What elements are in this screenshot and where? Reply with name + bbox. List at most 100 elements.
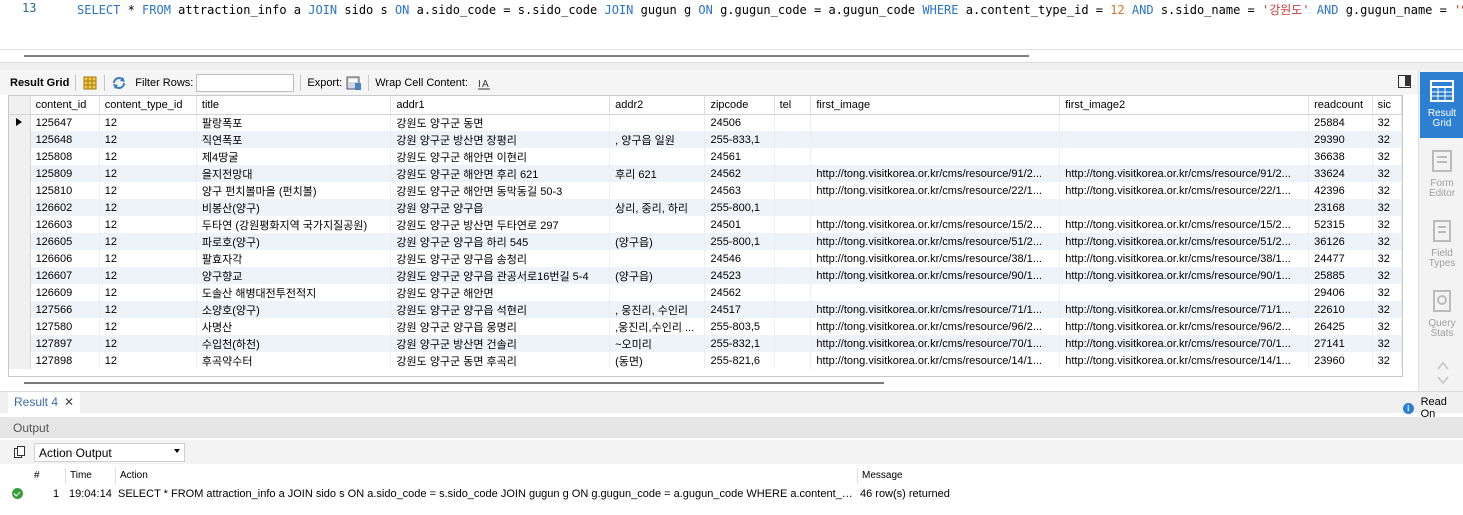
cell-content-id[interactable]: 127898 bbox=[30, 352, 100, 369]
row-header[interactable] bbox=[9, 216, 31, 233]
cell-zipcode[interactable]: 255-833,1 bbox=[704, 131, 775, 148]
table-row[interactable]: 126602 12 비봉산(양구) 강원 양구군 양구읍 상리, 중리, 하리 255-8… bbox=[9, 199, 1402, 216]
cell-title[interactable]: 사명산 bbox=[196, 318, 392, 335]
table-row[interactable]: 126603 12 두타연 (강원평화지역 국가지질공원) 강원도 양구군 방산면 두… bbox=[9, 216, 1402, 233]
cell-first-image[interactable]: http://tong.visitkorea.or.kr/cms/resourc… bbox=[810, 182, 1061, 199]
scroll-down-icon[interactable] bbox=[1437, 360, 1449, 389]
cell-first-image[interactable]: http://tong.visitkorea.or.kr/cms/resourc… bbox=[810, 250, 1061, 267]
cell-sic[interactable]: 32 bbox=[1372, 250, 1402, 267]
table-row[interactable]: 125808 12 제4땅굴 강원도 양구군 해안면 이현리 24561 36638 32 bbox=[9, 148, 1402, 165]
table-row[interactable]: 127897 12 수입천(하천) 강원 양구군 방산면 건솔리 ~오미리 255-832… bbox=[9, 335, 1402, 352]
side-query-stats-button[interactable]: Query Stats bbox=[1420, 282, 1463, 348]
cell-title[interactable]: 소양호(양구) bbox=[196, 301, 392, 318]
cell-first-image[interactable]: http://tong.visitkorea.or.kr/cms/resourc… bbox=[810, 165, 1061, 182]
cell-addr2[interactable] bbox=[609, 148, 706, 165]
cell-addr2[interactable]: , 웅진리, 수인리 bbox=[609, 301, 706, 318]
column-header-first-image[interactable]: first_image bbox=[810, 96, 1061, 115]
cell-readcount[interactable]: 25885 bbox=[1308, 267, 1373, 284]
cell-zipcode[interactable]: 24561 bbox=[704, 148, 775, 165]
row-header[interactable] bbox=[9, 148, 31, 165]
cell-readcount[interactable]: 26425 bbox=[1308, 318, 1373, 335]
column-header-addr2[interactable]: addr2 bbox=[609, 96, 706, 115]
column-header-content-id[interactable]: content_id bbox=[30, 96, 100, 115]
cell-content-type-id[interactable]: 12 bbox=[99, 182, 197, 199]
cell-content-id[interactable]: 127580 bbox=[30, 318, 100, 335]
cell-tel[interactable] bbox=[774, 148, 812, 165]
cell-addr1[interactable]: 강원도 양구군 동면 후곡리 bbox=[390, 352, 611, 369]
wrap-text-icon[interactable]: IA bbox=[476, 75, 492, 91]
cell-first-image2[interactable]: http://tong.visitkorea.or.kr/cms/resourc… bbox=[1059, 216, 1310, 233]
side-form-editor-button[interactable]: Form Editor bbox=[1420, 142, 1463, 208]
table-row[interactable]: 126607 12 양구향교 강원도 양구군 양구읍 관공서로16번길 5-4 (양구읍… bbox=[9, 267, 1402, 284]
cell-content-id[interactable]: 126607 bbox=[30, 267, 100, 284]
cell-title[interactable]: 양구 펀치볼마을 (펀치볼) bbox=[196, 182, 392, 199]
column-header-first-image2[interactable]: first_image2 bbox=[1059, 96, 1310, 115]
cell-first-image[interactable] bbox=[810, 131, 1061, 148]
column-header-zipcode[interactable]: zipcode bbox=[704, 96, 775, 115]
grid-layout-icon[interactable] bbox=[82, 75, 98, 91]
cell-zipcode[interactable]: 24501 bbox=[704, 216, 775, 233]
filter-rows-input[interactable] bbox=[196, 73, 295, 92]
row-header[interactable] bbox=[9, 352, 31, 369]
cell-addr1[interactable]: 강원도 양구군 양구읍 석현리 bbox=[390, 301, 611, 318]
cell-content-type-id[interactable]: 12 bbox=[99, 250, 197, 267]
cell-zipcode[interactable]: 255-821,6 bbox=[704, 352, 775, 369]
cell-content-type-id[interactable]: 12 bbox=[99, 318, 197, 335]
cell-addr1[interactable]: 강원도 양구군 방산면 두타연로 297 bbox=[390, 216, 611, 233]
cell-tel[interactable] bbox=[774, 267, 812, 284]
cell-content-type-id[interactable]: 12 bbox=[99, 148, 197, 165]
cell-addr1[interactable]: 강원도 양구군 해안면 동막동길 50-3 bbox=[390, 182, 611, 199]
cell-addr1[interactable]: 강원 양구군 방산면 장평리 bbox=[390, 131, 611, 148]
cell-content-id[interactable]: 126609 bbox=[30, 284, 100, 301]
side-result-grid-button[interactable]: Result Grid bbox=[1420, 72, 1463, 138]
cell-readcount[interactable]: 24477 bbox=[1308, 250, 1373, 267]
table-row[interactable]: 125810 12 양구 펀치볼마을 (펀치볼) 강원도 양구군 해안면 동막동길 5… bbox=[9, 182, 1402, 199]
cell-addr2[interactable] bbox=[609, 216, 706, 233]
table-row[interactable]: 125647 12 팔랑폭포 강원도 양구군 동면 24506 25884 32 bbox=[9, 114, 1402, 131]
cell-first-image2[interactable]: http://tong.visitkorea.or.kr/cms/resourc… bbox=[1059, 318, 1310, 335]
cell-addr2[interactable]: (양구읍) bbox=[609, 267, 706, 284]
cell-content-type-id[interactable]: 12 bbox=[99, 352, 197, 369]
cell-addr1[interactable]: 강원도 양구군 양구읍 송청리 bbox=[390, 250, 611, 267]
cell-sic[interactable]: 32 bbox=[1372, 114, 1402, 131]
cell-tel[interactable] bbox=[774, 114, 812, 131]
cell-first-image2[interactable]: http://tong.visitkorea.or.kr/cms/resourc… bbox=[1059, 233, 1310, 250]
cell-title[interactable]: 양구향교 bbox=[196, 267, 392, 284]
cell-first-image2[interactable]: http://tong.visitkorea.or.kr/cms/resourc… bbox=[1059, 335, 1310, 352]
cell-sic[interactable]: 32 bbox=[1372, 131, 1402, 148]
column-header-content-type-id[interactable]: content_type_id bbox=[99, 96, 197, 115]
cell-addr2[interactable] bbox=[609, 250, 706, 267]
cell-sic[interactable]: 32 bbox=[1372, 267, 1402, 284]
row-header[interactable] bbox=[9, 318, 31, 335]
cell-readcount[interactable]: 33624 bbox=[1308, 165, 1373, 182]
column-header-tel[interactable]: tel bbox=[774, 96, 812, 115]
cell-readcount[interactable]: 52315 bbox=[1308, 216, 1373, 233]
cell-sic[interactable]: 32 bbox=[1372, 233, 1402, 250]
cell-first-image2[interactable]: http://tong.visitkorea.or.kr/cms/resourc… bbox=[1059, 352, 1310, 369]
cell-content-type-id[interactable]: 12 bbox=[99, 114, 197, 131]
column-header-title[interactable]: title bbox=[196, 96, 392, 115]
editor-horizontal-scrollbar[interactable] bbox=[24, 55, 1029, 57]
cell-content-type-id[interactable]: 12 bbox=[99, 199, 197, 216]
column-header-readcount[interactable]: readcount bbox=[1308, 96, 1373, 115]
row-header[interactable] bbox=[9, 182, 31, 199]
cell-tel[interactable] bbox=[774, 301, 812, 318]
row-header[interactable] bbox=[9, 267, 31, 284]
cell-content-id[interactable]: 127897 bbox=[30, 335, 100, 352]
cell-addr2[interactable] bbox=[609, 114, 706, 131]
cell-title[interactable]: 을지전망대 bbox=[196, 165, 392, 182]
cell-addr1[interactable]: 강원도 양구군 동면 bbox=[390, 114, 611, 131]
cell-tel[interactable] bbox=[774, 352, 812, 369]
cell-tel[interactable] bbox=[774, 318, 812, 335]
cell-title[interactable]: 팔랑폭포 bbox=[196, 114, 392, 131]
cell-content-id[interactable]: 126603 bbox=[30, 216, 100, 233]
cell-first-image2[interactable] bbox=[1059, 114, 1310, 131]
cell-readcount[interactable]: 36638 bbox=[1308, 148, 1373, 165]
table-row[interactable]: 127898 12 후곡약수터 강원도 양구군 동면 후곡리 (동면) 255-821,6… bbox=[9, 352, 1402, 369]
cell-content-id[interactable]: 125810 bbox=[30, 182, 100, 199]
cell-first-image[interactable] bbox=[810, 284, 1061, 301]
cell-addr2[interactable]: (동면) bbox=[609, 352, 706, 369]
row-header[interactable] bbox=[9, 335, 31, 352]
cell-zipcode[interactable]: 24546 bbox=[704, 250, 775, 267]
cell-readcount[interactable]: 29390 bbox=[1308, 131, 1373, 148]
